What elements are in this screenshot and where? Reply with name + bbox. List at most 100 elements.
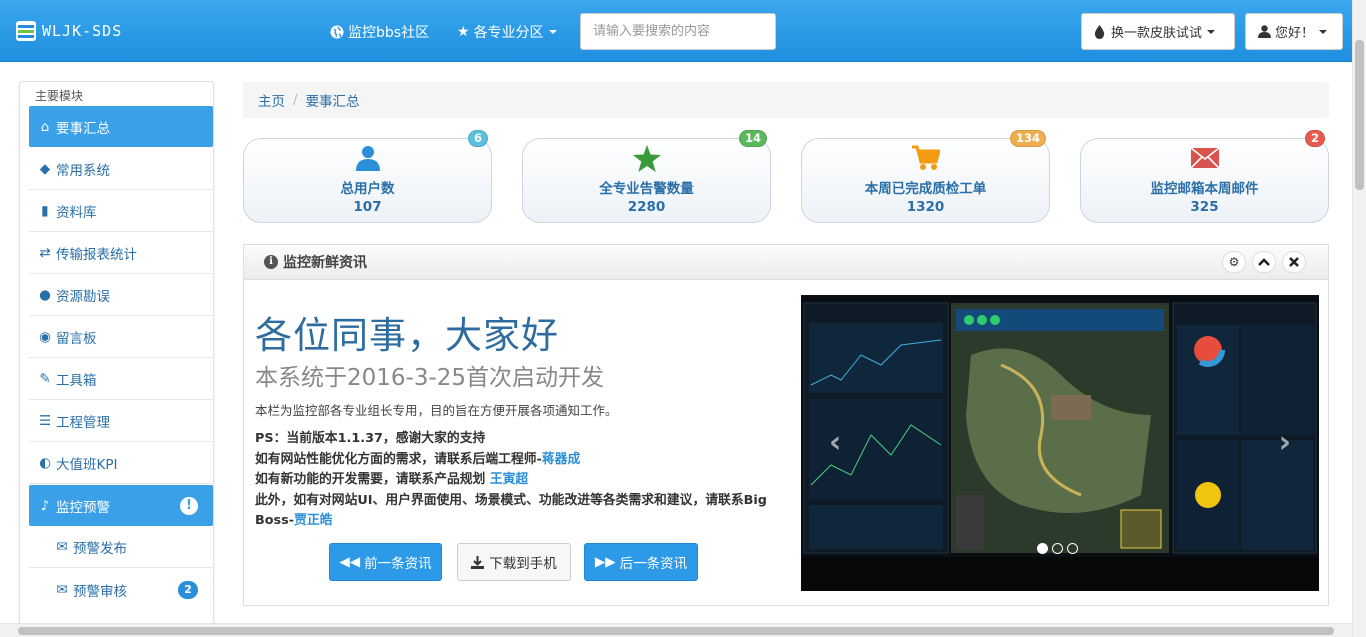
version-note: PS：当前版本1.1.37，感谢大家的支持 (255, 431, 486, 446)
edit-icon: ✎ (39, 371, 51, 387)
panel-title: 监控新鲜资讯 (283, 255, 367, 271)
forward-icon: ▶▶ (594, 554, 616, 570)
exclamation-icon: ● (39, 287, 51, 303)
stat-card-completed-orders[interactable]: 本周已完成质检工单 1320 134 (801, 130, 1050, 223)
search-input[interactable] (580, 13, 776, 50)
stat-label: 总用户数 (340, 181, 395, 197)
nav-specialty-dropdown[interactable]: ★ 各专业分区 (457, 22, 557, 42)
retweet-icon: ⇄ (39, 245, 51, 261)
backend-contact-note: 如有网站性能优化方面的需求，请联系后端工程师-蒋器成 (255, 450, 775, 471)
user-menu-button[interactable]: 您好！ (1245, 13, 1343, 50)
carousel-next-icon[interactable]: › (1279, 425, 1291, 460)
news-image-carousel[interactable]: ‹ › (801, 295, 1319, 591)
hero-description: 本栏为监控部各专业组长专用，目的旨在方便开展各项通知工作。 (255, 403, 618, 418)
scrollbar-thumb[interactable] (18, 627, 1334, 635)
note-text: 如有新功能的开发需要，请联系产品规划 (255, 472, 486, 487)
sidebar-item-label: 工程管理 (56, 415, 110, 431)
envelope-icon: ✉ (56, 539, 68, 555)
count-badge: 2 (178, 580, 198, 599)
skin-switch-button[interactable]: 换一款皮肤试试 (1081, 13, 1235, 50)
backend-engineer-name: 蒋器成 (541, 451, 581, 467)
button-label: 前一条资讯 (364, 556, 432, 572)
close-button[interactable] (1282, 251, 1306, 273)
carousel-prev-icon[interactable]: ‹ (829, 425, 841, 460)
tint-icon (1094, 24, 1105, 39)
stat-badge: 6 (467, 130, 488, 147)
hero-notes: PS：当前版本1.1.37，感谢大家的支持 如有网站性能优化方面的需求，请联系后… (255, 429, 775, 532)
adjust-icon: ◐ (39, 455, 51, 471)
prev-news-button[interactable]: ◀◀ 前一条资讯 (329, 543, 442, 581)
sidebar-item-alert-publish[interactable]: ✉ 预警发布 (29, 527, 213, 568)
vertical-scrollbar[interactable] (1352, 0, 1366, 637)
button-label: 下载到手机 (489, 556, 557, 572)
carousel-indicators (1037, 543, 1082, 554)
sidebar-item-label: 留言板 (56, 331, 97, 347)
carousel-dot[interactable] (1037, 543, 1048, 554)
sidebar-item-summary[interactable]: ⌂ 要事汇总 (29, 106, 213, 147)
sidebar-item-project-management[interactable]: ☰ 工程管理 (29, 401, 213, 442)
globe-icon (330, 25, 344, 39)
star-icon (632, 144, 661, 172)
stat-value: 2280 (627, 199, 666, 215)
home-icon: ⌂ (40, 118, 50, 135)
nav-bbs-link[interactable]: 监控bbs社区 (330, 22, 429, 42)
info-icon: i (264, 255, 278, 269)
brand[interactable]: WLJK-SDS (16, 21, 122, 41)
download-to-phone-button[interactable]: 下载到手机 (457, 543, 571, 581)
brand-name: WLJK-SDS (42, 22, 123, 40)
carousel-dot[interactable] (1052, 543, 1063, 554)
note-text: 如有网站性能优化方面的需求，请联系后端工程师- (255, 451, 542, 467)
chevron-down-icon (548, 30, 557, 34)
next-news-button[interactable]: ▶▶ 后一条资讯 (584, 543, 698, 581)
sidebar-item-monitor-alert[interactable]: ♪ 监控预警 ! (29, 485, 213, 526)
breadcrumb-home-link[interactable]: 主页 (258, 90, 285, 110)
horizontal-scrollbar[interactable] (0, 623, 1352, 637)
sidebar-item-alert-review[interactable]: ✉ 预警审核 2 (29, 569, 213, 610)
button-label: 后一条资讯 (619, 556, 688, 572)
sidebar: 主要模块 ⌂ 要事汇总 ◆ 常用系统 ▮ 资料库 ⇄ 传输报表统计 ● 资源勘误… (19, 81, 214, 626)
hero-title: 各位同事，大家好 (255, 314, 559, 357)
stat-card-mailbox[interactable]: 监控邮箱本周邮件 325 2 (1080, 130, 1329, 223)
carousel-dot[interactable] (1067, 543, 1078, 554)
stat-label: 监控邮箱本周邮件 (1150, 181, 1259, 197)
sidebar-item-label: 资源勘误 (56, 289, 110, 305)
breadcrumb-current: 要事汇总 (305, 94, 360, 110)
gear-icon: ⚙ (1228, 255, 1240, 269)
nav-bbs-label: 监控bbs社区 (348, 25, 430, 41)
sidebar-item-label: 常用系统 (56, 163, 110, 179)
stat-label: 本周已完成质检工单 (864, 181, 987, 197)
stat-card-total-users[interactable]: 总用户数 107 6 (243, 130, 492, 223)
sidebar-item-label: 预警发布 (73, 541, 127, 557)
sidebar-item-label: 传输报表统计 (56, 247, 137, 263)
scrollbar-thumb[interactable] (1355, 40, 1364, 190)
star-icon: ★ (457, 24, 470, 40)
download-icon (471, 555, 485, 569)
sidebar-item-common-systems[interactable]: ◆ 常用系统 (29, 149, 213, 190)
stat-badge: 14 (738, 130, 767, 147)
news-panel: i 监控新鲜资讯 ⚙ 各位同事，大家好 本系统于2016-3-25首次启动开发 … (243, 244, 1329, 606)
product-planner-name: 王寅超 (489, 472, 529, 487)
user-greeting: 您好！ (1275, 26, 1315, 41)
nav-specialty-label: 各专业分区 (473, 25, 544, 41)
sidebar-item-toolbox[interactable]: ✎ 工具箱 (29, 359, 213, 400)
stat-card-alarm-count[interactable]: 全专业告警数量 2280 14 (522, 130, 771, 223)
sidebar-item-library[interactable]: ▮ 资料库 (29, 191, 213, 232)
skin-switch-label: 换一款皮肤试试 (1111, 26, 1203, 41)
chevron-down-icon (1319, 29, 1328, 34)
sidebar-item-label: 要事汇总 (56, 120, 110, 137)
sidebar-item-message-board[interactable]: ◉ 留言板 (29, 317, 213, 358)
brand-logo-icon (16, 21, 36, 41)
stat-badge: 134 (1009, 130, 1046, 147)
close-icon (1289, 257, 1299, 267)
list-icon: ☰ (38, 413, 52, 429)
chevron-up-icon (1258, 258, 1270, 266)
collapse-button[interactable] (1252, 251, 1276, 273)
tags-icon: ◆ (39, 161, 51, 177)
sidebar-item-transmission-report[interactable]: ⇄ 传输报表统计 (29, 233, 213, 274)
sidebar-item-label: 监控预警 (56, 499, 110, 516)
stat-label: 全专业告警数量 (599, 181, 694, 197)
eye-icon: ◉ (39, 329, 51, 345)
settings-button[interactable]: ⚙ (1222, 251, 1246, 273)
sidebar-item-resource-errata[interactable]: ● 资源勘误 (29, 275, 213, 316)
sidebar-item-duty-kpi[interactable]: ◐ 大值班KPI (29, 443, 213, 484)
